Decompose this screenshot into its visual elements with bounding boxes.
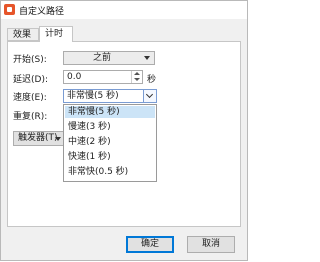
delay-input-value: 0.0 [67, 72, 82, 82]
delay-label: 延迟(D): [13, 75, 48, 85]
tab-timing[interactable]: 计时 [39, 26, 73, 42]
app-icon [4, 4, 15, 15]
trigger-button-label: 触发器(T) [18, 133, 58, 143]
window-title: 自定义路径 [19, 7, 65, 17]
tab-effect[interactable]: 效果 [7, 28, 39, 41]
trigger-button[interactable]: 触发器(T) [13, 131, 65, 146]
speed-option[interactable]: 中速(2 秒) [65, 136, 155, 148]
speed-dropdown-button[interactable] [143, 90, 156, 102]
repeat-label: 重复(R): [13, 112, 48, 122]
speed-combobox-value: 非常慢(5 秒) [67, 91, 119, 101]
speed-combobox[interactable]: 非常慢(5 秒) [63, 89, 157, 103]
delay-unit: 秒 [147, 75, 157, 85]
speed-label: 速度(E): [13, 93, 47, 103]
speed-dropdown-list: 非常慢(5 秒) 慢速(3 秒) 中速(2 秒) 快速(1 秒) 非常快(0.5… [63, 104, 157, 182]
start-select-value: 之前 [92, 53, 111, 63]
ok-button[interactable]: 确定 [126, 236, 174, 253]
custom-path-dialog: 自定义路径 效果 计时 开始(S): 之前 延迟(D): 0.0 秒 速度(E)… [0, 0, 248, 261]
start-select[interactable]: 之前 [63, 51, 155, 65]
speed-option[interactable]: 慢速(3 秒) [65, 121, 155, 133]
start-label: 开始(S): [13, 55, 47, 65]
spin-up-icon[interactable] [134, 72, 140, 75]
speed-option[interactable]: 非常快(0.5 秒) [65, 166, 155, 178]
chevron-down-icon [145, 90, 154, 99]
cancel-button[interactable]: 取消 [187, 236, 235, 253]
triangle-down-icon [144, 56, 150, 60]
title-bar: 自定义路径 [1, 1, 247, 19]
delay-spinner[interactable] [131, 71, 142, 83]
spin-down-icon[interactable] [134, 78, 140, 81]
speed-option[interactable]: 非常慢(5 秒) [65, 106, 155, 118]
triangle-down-icon [55, 137, 61, 141]
speed-option[interactable]: 快速(1 秒) [65, 151, 155, 163]
delay-input[interactable]: 0.0 [63, 70, 143, 84]
